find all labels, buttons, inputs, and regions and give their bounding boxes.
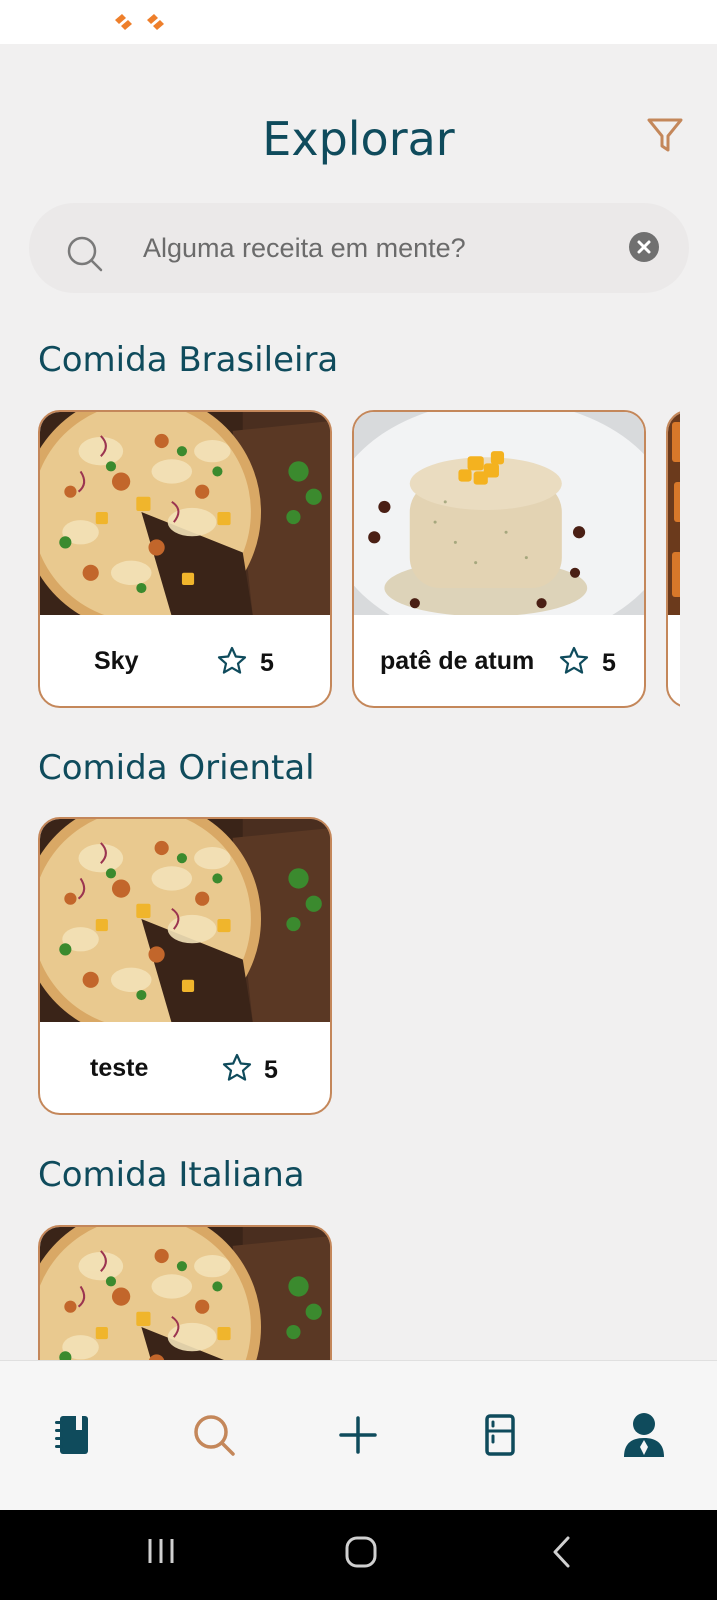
nav-item-fridge[interactable]	[472, 1407, 528, 1463]
clear-icon	[637, 240, 651, 254]
recipe-card[interactable]: Sky 5	[38, 410, 332, 708]
notification-app-icon	[147, 14, 164, 30]
home-icon	[345, 1536, 377, 1568]
page-title: Explorar	[262, 112, 455, 166]
recipe-image	[40, 412, 330, 615]
recipe-rating: 5	[264, 1056, 278, 1084]
recipe-image	[668, 412, 680, 615]
recipe-row-italiana[interactable]	[38, 1225, 680, 1361]
recipe-card[interactable]	[38, 1225, 332, 1361]
recipe-rating: 5	[260, 649, 274, 677]
status-bar	[0, 0, 717, 44]
clear-search-button[interactable]	[629, 232, 659, 262]
recent-apps-button[interactable]	[146, 1535, 176, 1572]
search-input[interactable]	[143, 229, 623, 267]
system-navigation-bar	[0, 1510, 717, 1600]
recipe-image	[354, 412, 644, 615]
notification-app-icon	[115, 14, 132, 30]
back-icon	[553, 1536, 570, 1568]
star-icon	[222, 1053, 252, 1081]
card-footer: Sky 5	[40, 615, 330, 706]
profile-icon	[624, 1413, 664, 1457]
section-title: Comida Italiana	[38, 1155, 305, 1195]
nav-item-add[interactable]	[330, 1407, 386, 1463]
recipe-rating: 5	[602, 649, 616, 677]
recipe-name: teste	[90, 1054, 149, 1082]
home-button[interactable]	[344, 1535, 378, 1574]
notification-icons	[112, 12, 170, 32]
filter-button[interactable]	[644, 114, 686, 156]
recipe-card[interactable]	[666, 410, 680, 708]
back-button[interactable]	[550, 1535, 574, 1574]
recipe-card[interactable]: patê de atum 5	[352, 410, 646, 708]
search-icon	[67, 236, 103, 272]
header: Explorar	[0, 100, 717, 180]
nav-item-profile[interactable]	[616, 1407, 672, 1463]
nav-item-explore[interactable]	[186, 1407, 242, 1463]
card-footer: patê de atum 5	[354, 615, 644, 706]
section-title: Comida Brasileira	[38, 340, 339, 380]
filter-icon	[647, 118, 683, 152]
star-icon	[559, 646, 589, 674]
card-footer: teste 5	[40, 1022, 330, 1113]
recipe-name: Sky	[94, 647, 139, 675]
recipe-name: patê de atum	[380, 647, 535, 675]
recipe-row-oriental[interactable]: teste 5	[38, 817, 680, 1117]
bottom-navigation	[0, 1360, 717, 1510]
card-footer	[668, 615, 680, 706]
recipe-row-brasileira[interactable]: Sky 5 patê de atum 5	[38, 410, 680, 710]
recipe-image	[40, 1227, 330, 1361]
search-icon	[194, 1415, 235, 1456]
plus-icon	[339, 1416, 377, 1454]
recipe-image	[40, 819, 330, 1022]
search-bar	[29, 203, 689, 293]
star-icon	[217, 646, 247, 674]
section-title: Comida Oriental	[38, 748, 315, 788]
recent-apps-icon	[148, 1539, 174, 1563]
fridge-icon	[485, 1414, 515, 1456]
recipe-book-icon	[55, 1416, 88, 1454]
recipe-card[interactable]: teste 5	[38, 817, 332, 1115]
nav-item-recipes[interactable]	[44, 1407, 100, 1463]
